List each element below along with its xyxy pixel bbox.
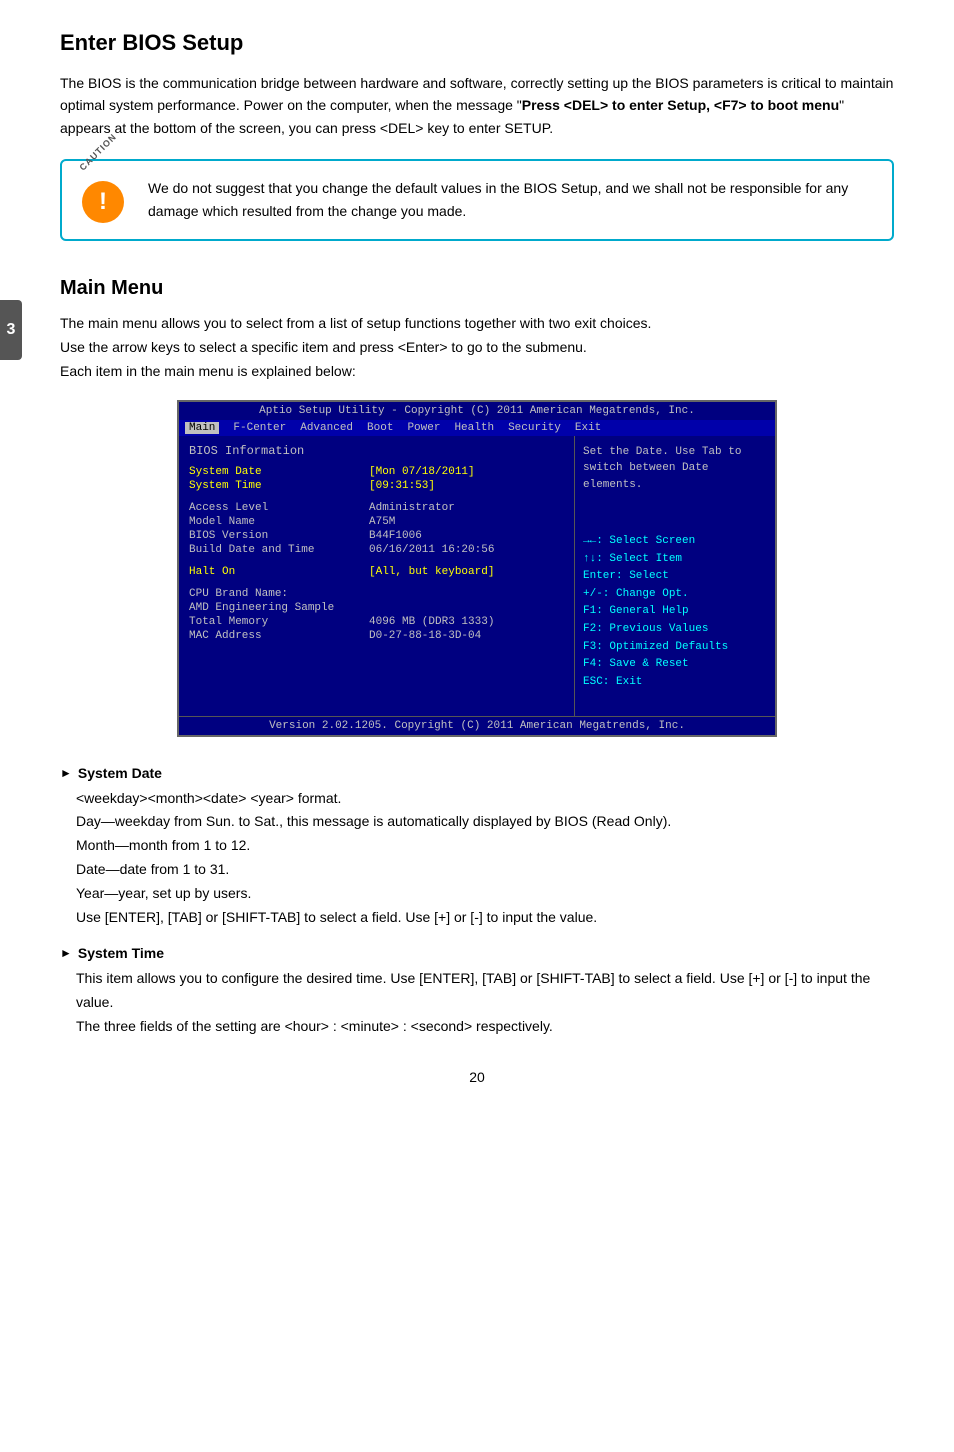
item-system-time: ► System Time This item allows you to co… bbox=[60, 945, 894, 1038]
system-time-fields: The three fields of the setting are <hou… bbox=[76, 1018, 553, 1034]
bios-value-build-date: 06/16/2011 16:20:56 bbox=[369, 544, 494, 556]
bios-section-title: BIOS Information bbox=[189, 444, 564, 458]
bios-main-panel: BIOS Information System Date [Mon 07/18/… bbox=[179, 436, 575, 716]
bios-menu-boot[interactable]: Boot bbox=[367, 422, 393, 434]
system-date-date: Date—date from 1 to 31. bbox=[76, 861, 229, 877]
system-date-month: Month—month from 1 to 12. bbox=[76, 837, 250, 853]
bios-row-halt-on[interactable]: Halt On [All, but keyboard] bbox=[189, 566, 564, 578]
caution-box: CAUTION ! We do not suggest that you cha… bbox=[60, 159, 894, 241]
system-date-year: Year—year, set up by users. bbox=[76, 885, 251, 901]
item-system-date-label: System Date bbox=[78, 765, 162, 781]
bios-label-amd-eng: AMD Engineering Sample bbox=[189, 602, 369, 614]
bios-label-build-date: Build Date and Time bbox=[189, 544, 369, 556]
bios-label-access-level: Access Level bbox=[189, 502, 369, 514]
caution-text: We do not suggest that you change the de… bbox=[148, 177, 872, 222]
bios-value-bios-version: B44F1006 bbox=[369, 530, 422, 542]
system-date-usage: Use [ENTER], [TAB] or [SHIFT-TAB] to sel… bbox=[76, 909, 597, 925]
system-date-format: <weekday><month><date> <year> format. bbox=[76, 790, 341, 806]
bios-screen: Aptio Setup Utility - Copyright (C) 2011… bbox=[177, 400, 777, 737]
system-date-day: Day—weekday from Sun. to Sat., this mess… bbox=[76, 813, 671, 829]
bios-menu-security[interactable]: Security bbox=[508, 422, 561, 434]
item-system-time-title: ► System Time bbox=[60, 945, 894, 961]
caution-exclamation-icon: ! bbox=[82, 181, 124, 223]
bios-label-total-memory: Total Memory bbox=[189, 616, 369, 628]
item-system-time-body: This item allows you to configure the de… bbox=[60, 967, 894, 1038]
main-menu-line1: The main menu allows you to select from … bbox=[60, 315, 651, 331]
bios-menu-fcenter[interactable]: F-Center bbox=[233, 422, 286, 434]
page-number: 20 bbox=[60, 1069, 894, 1085]
bios-value-total-memory: 4096 MB (DDR3 1333) bbox=[369, 616, 494, 628]
bios-label-mac-address: MAC Address bbox=[189, 630, 369, 642]
bios-footer: Version 2.02.1205. Copyright (C) 2011 Am… bbox=[179, 716, 775, 735]
bios-value-access-level: Administrator bbox=[369, 502, 455, 514]
bios-row-model-name: Model Name A75M bbox=[189, 516, 564, 528]
bios-value-system-date: [Mon 07/18/2011] bbox=[369, 466, 475, 478]
side-tab-label: 3 bbox=[7, 321, 16, 339]
bios-label-halt-on: Halt On bbox=[189, 566, 369, 578]
item-system-date-body: <weekday><month><date> <year> format. Da… bbox=[60, 787, 894, 930]
bios-menu-health[interactable]: Health bbox=[454, 422, 494, 434]
bios-help-text: Set the Date. Use Tab toswitch between D… bbox=[583, 444, 767, 494]
main-menu-line3: Each item in the main menu is explained … bbox=[60, 363, 356, 379]
bios-label-system-time: System Time bbox=[189, 480, 369, 492]
bios-menu-exit[interactable]: Exit bbox=[575, 422, 601, 434]
bios-menu-advanced[interactable]: Advanced bbox=[300, 422, 353, 434]
caution-icon-wrap: CAUTION ! bbox=[82, 177, 132, 223]
bios-row-total-memory: Total Memory 4096 MB (DDR3 1333) bbox=[189, 616, 564, 628]
bios-row-amd-eng: AMD Engineering Sample bbox=[189, 602, 564, 614]
bios-row-access-level: Access Level Administrator bbox=[189, 502, 564, 514]
bios-value-halt-on: [All, but keyboard] bbox=[369, 566, 494, 578]
bios-row-build-date: Build Date and Time 06/16/2011 16:20:56 bbox=[189, 544, 564, 556]
bios-body: BIOS Information System Date [Mon 07/18/… bbox=[179, 436, 775, 716]
intro-paragraph: The BIOS is the communication bridge bet… bbox=[60, 72, 894, 139]
bios-row-bios-version: BIOS Version B44F1006 bbox=[189, 530, 564, 542]
bios-label-model-name: Model Name bbox=[189, 516, 369, 528]
bios-menu-power[interactable]: Power bbox=[407, 422, 440, 434]
bios-row-mac-address: MAC Address D0-27-88-18-3D-04 bbox=[189, 630, 564, 642]
bios-label-cpu-brand: CPU Brand Name: bbox=[189, 588, 369, 600]
arrow-icon-system-time: ► bbox=[60, 946, 72, 960]
item-system-time-label: System Time bbox=[78, 945, 164, 961]
bios-label-system-date: System Date bbox=[189, 466, 369, 478]
intro-bold: Press <DEL> to enter Setup, <F7> to boot… bbox=[522, 97, 839, 113]
bios-menu-main[interactable]: Main bbox=[185, 422, 219, 434]
bios-menu-bar: Main F-Center Advanced Boot Power Health… bbox=[179, 420, 775, 436]
bios-value-model-name: A75M bbox=[369, 516, 395, 528]
bios-value-system-time: [09:31:53] bbox=[369, 480, 435, 492]
main-menu-intro: The main menu allows you to select from … bbox=[60, 312, 894, 383]
bios-row-cpu-brand: CPU Brand Name: bbox=[189, 588, 564, 600]
main-menu-line2: Use the arrow keys to select a specific … bbox=[60, 339, 587, 355]
bios-title-bar: Aptio Setup Utility - Copyright (C) 2011… bbox=[179, 402, 775, 420]
bios-value-mac-address: D0-27-88-18-3D-04 bbox=[369, 630, 481, 642]
main-menu-title: Main Menu bbox=[60, 277, 894, 300]
item-system-date: ► System Date <weekday><month><date> <ye… bbox=[60, 765, 894, 930]
side-tab: 3 bbox=[0, 300, 22, 360]
bios-sidebar: Set the Date. Use Tab toswitch between D… bbox=[575, 436, 775, 716]
system-time-desc: This item allows you to configure the de… bbox=[76, 970, 870, 1010]
item-system-date-title: ► System Date bbox=[60, 765, 894, 781]
arrow-icon-system-date: ► bbox=[60, 766, 72, 780]
page-title: Enter BIOS Setup bbox=[60, 30, 894, 56]
bios-row-system-date[interactable]: System Date [Mon 07/18/2011] bbox=[189, 466, 564, 478]
bios-label-bios-version: BIOS Version bbox=[189, 530, 369, 542]
bios-row-system-time[interactable]: System Time [09:31:53] bbox=[189, 480, 564, 492]
bios-legend: →←: Select Screen ↑↓: Select Item Enter:… bbox=[583, 533, 767, 691]
